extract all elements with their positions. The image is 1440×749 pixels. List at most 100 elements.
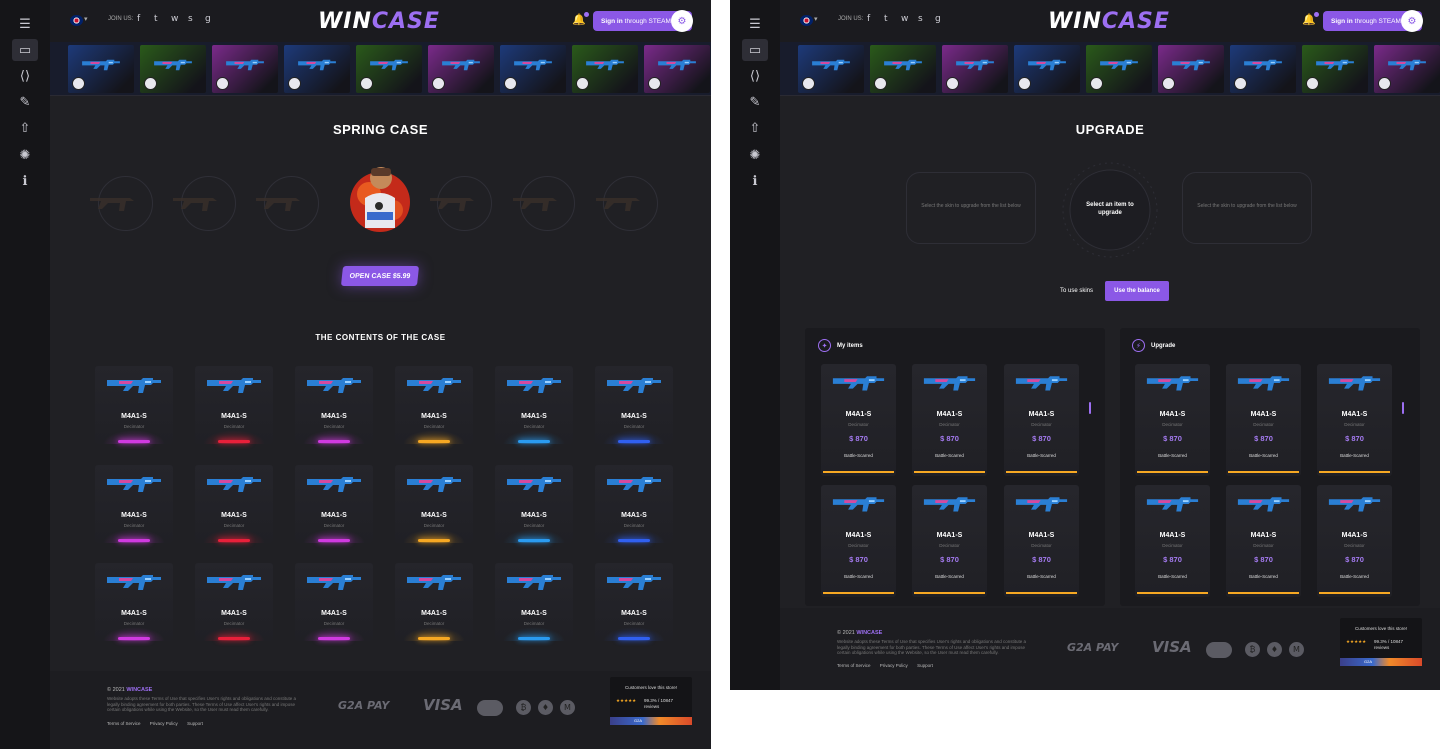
case-item-card[interactable]: M4A1-S Decimator xyxy=(295,366,373,444)
steam-group-icon[interactable]: s xyxy=(918,14,923,24)
live-drop-tile[interactable] xyxy=(572,45,638,93)
live-drop-tile[interactable] xyxy=(284,45,350,93)
notification-bell-icon[interactable]: 🔔 xyxy=(1302,12,1319,26)
language-flag-icon[interactable] xyxy=(800,15,813,26)
inventory-item-card[interactable]: M4A1-S Decimator $ 870 Battle-Scarred xyxy=(1004,485,1079,597)
upgrade-arrow-icon[interactable]: ⇧ xyxy=(742,117,768,139)
inventory-item-card[interactable]: M4A1-S Decimator $ 870 Battle-Scarred xyxy=(1135,364,1210,476)
site-logo[interactable]: WINCASE xyxy=(318,9,440,34)
hamburger-icon[interactable]: ☰ xyxy=(742,13,768,35)
live-drop-tile[interactable] xyxy=(212,45,278,93)
live-drop-tile[interactable] xyxy=(798,45,864,93)
case-icon[interactable]: ▭ xyxy=(12,39,38,61)
case-item-card[interactable]: M4A1-S Decimator xyxy=(295,563,373,641)
facebook-icon[interactable]: f xyxy=(137,14,140,24)
case-item-card[interactable]: M4A1-S Decimator xyxy=(95,563,173,641)
inventory-item-card[interactable]: M4A1-S Decimator $ 870 Battle-Scarred xyxy=(821,364,896,476)
player-avatar xyxy=(1378,77,1391,90)
terms-link[interactable]: Terms of Service xyxy=(107,721,141,726)
inventory-item-card[interactable]: M4A1-S Decimator $ 870 Battle-Scarred xyxy=(912,364,987,476)
steam-sign-in-button[interactable]: Sign in through STEAM ⚙ xyxy=(593,10,693,32)
live-drop-tile[interactable] xyxy=(140,45,206,93)
steam-group-icon[interactable]: s xyxy=(188,14,193,24)
tab-use-balance[interactable]: Use the balance xyxy=(1105,281,1169,301)
case-item-card[interactable]: M4A1-S Decimator xyxy=(395,366,473,444)
code-icon[interactable]: ⟨⟩ xyxy=(742,65,768,87)
support-link[interactable]: Support xyxy=(187,721,203,726)
live-drop-tile[interactable] xyxy=(1014,45,1080,93)
wechat-icon[interactable]: g xyxy=(935,14,941,24)
case-item-card[interactable]: M4A1-S Decimator xyxy=(495,366,573,444)
live-drop-tile[interactable] xyxy=(356,45,422,93)
live-drop-tile[interactable] xyxy=(500,45,566,93)
inventory-item-card[interactable]: M4A1-S Decimator $ 870 Battle-Scarred xyxy=(1226,364,1301,476)
terms-link[interactable]: Terms of Service xyxy=(837,663,871,668)
case-item-card[interactable]: M4A1-S Decimator xyxy=(95,465,173,543)
inventory-item-card[interactable]: M4A1-S Decimator $ 870 Battle-Scarred xyxy=(1226,485,1301,597)
weibo-icon[interactable]: w xyxy=(171,14,178,24)
case-item-card[interactable]: M4A1-S Decimator xyxy=(195,465,273,543)
privacy-link[interactable]: Privacy Policy xyxy=(880,663,908,668)
rarity-bar xyxy=(418,637,450,640)
item-gun-image xyxy=(305,374,363,394)
inventory-item-card[interactable]: M4A1-S Decimator $ 870 Battle-Scarred xyxy=(821,485,896,597)
case-icon[interactable]: ▭ xyxy=(742,39,768,61)
review-widget[interactable]: Customers love this store! ★★★★★ 99.3% /… xyxy=(1340,618,1422,666)
live-drop-tile[interactable] xyxy=(870,45,936,93)
hamburger-icon[interactable]: ☰ xyxy=(12,13,38,35)
case-item-card[interactable]: M4A1-S Decimator xyxy=(295,465,373,543)
inventory-item-card[interactable]: M4A1-S Decimator $ 870 Battle-Scarred xyxy=(1317,485,1392,597)
facebook-icon[interactable]: f xyxy=(867,14,870,24)
privacy-link[interactable]: Privacy Policy xyxy=(150,721,178,726)
steam-sign-in-button[interactable]: Sign in through STEAM ⚙ xyxy=(1323,10,1423,32)
inventory-item-card[interactable]: M4A1-S Decimator $ 870 Battle-Scarred xyxy=(1135,485,1210,597)
case-item-card[interactable]: M4A1-S Decimator xyxy=(395,465,473,543)
live-drop-tile[interactable] xyxy=(942,45,1008,93)
case-item-card[interactable]: M4A1-S Decimator xyxy=(595,465,673,543)
live-drop-tile[interactable] xyxy=(68,45,134,93)
edit-icon[interactable]: ✎ xyxy=(742,91,768,113)
chevron-down-icon[interactable]: ▾ xyxy=(814,15,818,23)
info-icon[interactable]: ℹ xyxy=(12,170,38,192)
live-drop-tile[interactable] xyxy=(1086,45,1152,93)
case-item-card[interactable]: M4A1-S Decimator xyxy=(95,366,173,444)
site-logo[interactable]: WINCASE xyxy=(1048,9,1170,34)
case-item-card[interactable]: M4A1-S Decimator xyxy=(195,366,273,444)
case-item-card[interactable]: M4A1-S Decimator xyxy=(595,366,673,444)
notification-bell-icon[interactable]: 🔔 xyxy=(572,12,589,26)
my-items-scrollbar[interactable] xyxy=(1089,402,1091,414)
edit-icon[interactable]: ✎ xyxy=(12,91,38,113)
live-drop-tile[interactable] xyxy=(1374,45,1440,93)
item-wear: Battle-Scarred xyxy=(844,574,873,579)
info-icon[interactable]: ℹ xyxy=(742,170,768,192)
review-widget[interactable]: Customers love this store! ★★★★★ 99.3% /… xyxy=(610,677,692,725)
live-drop-tile[interactable] xyxy=(644,45,710,93)
chevron-down-icon[interactable]: ▾ xyxy=(84,15,88,23)
live-drop-tile[interactable] xyxy=(428,45,494,93)
sun-icon[interactable]: ✺ xyxy=(742,144,768,166)
case-item-card[interactable]: M4A1-S Decimator xyxy=(495,563,573,641)
case-item-card[interactable]: M4A1-S Decimator xyxy=(595,563,673,641)
twitter-icon[interactable]: t xyxy=(884,14,888,24)
upgrade-arrow-icon[interactable]: ⇧ xyxy=(12,117,38,139)
inventory-item-card[interactable]: M4A1-S Decimator $ 870 Battle-Scarred xyxy=(912,485,987,597)
language-flag-icon[interactable] xyxy=(70,15,83,26)
live-drop-tile[interactable] xyxy=(1230,45,1296,93)
live-drop-tile[interactable] xyxy=(1158,45,1224,93)
live-drop-tile[interactable] xyxy=(1302,45,1368,93)
open-case-button[interactable]: OPEN CASE $5.99 xyxy=(340,266,420,286)
case-item-card[interactable]: M4A1-S Decimator xyxy=(195,563,273,641)
inventory-item-card[interactable]: M4A1-S Decimator $ 870 Battle-Scarred xyxy=(1317,364,1392,476)
case-item-card[interactable]: M4A1-S Decimator xyxy=(495,465,573,543)
item-price: $ 870 xyxy=(1032,434,1051,443)
inventory-item-card[interactable]: M4A1-S Decimator $ 870 Battle-Scarred xyxy=(1004,364,1079,476)
support-link[interactable]: Support xyxy=(917,663,933,668)
sun-icon[interactable]: ✺ xyxy=(12,144,38,166)
wechat-icon[interactable]: g xyxy=(205,14,211,24)
case-item-card[interactable]: M4A1-S Decimator xyxy=(395,563,473,641)
code-icon[interactable]: ⟨⟩ xyxy=(12,65,38,87)
upgrade-scrollbar[interactable] xyxy=(1402,402,1404,414)
weibo-icon[interactable]: w xyxy=(901,14,908,24)
tab-use-skins[interactable]: To use skins xyxy=(1060,288,1093,294)
twitter-icon[interactable]: t xyxy=(154,14,158,24)
